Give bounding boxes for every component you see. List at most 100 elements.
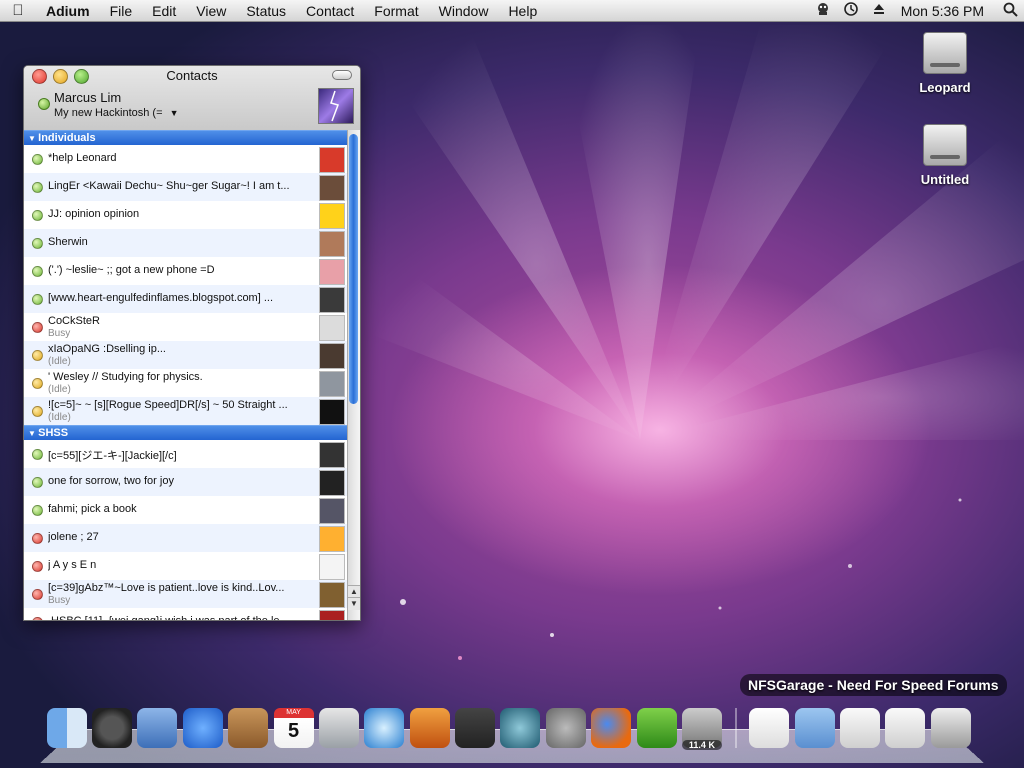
- contact-row[interactable]: ![c=5]~ ~ [s][Rogue Speed]DR[/s] ~ 50 St…: [24, 397, 348, 425]
- dock-adium-icon[interactable]: [636, 708, 677, 748]
- dock-transmission-icon[interactable]: 11.4 K: [681, 708, 722, 750]
- contact-avatar: [319, 526, 345, 552]
- contact-status-text: (Idle): [48, 412, 71, 423]
- menu-format[interactable]: Format: [364, 3, 428, 19]
- contact-avatar: [319, 343, 345, 369]
- contact-row[interactable]: [c=39]gAbz™~Love is patient..love is kin…: [24, 580, 348, 608]
- contact-list-scrollbar[interactable]: ▲ ▼: [347, 130, 360, 620]
- contact-row[interactable]: CoCkSteR Busy: [24, 313, 348, 341]
- disclosure-triangle-icon[interactable]: ▼: [28, 134, 38, 143]
- contact-row[interactable]: j A y s E n: [24, 552, 348, 580]
- contact-name: Sherwin: [48, 236, 88, 248]
- menu-help[interactable]: Help: [498, 3, 547, 19]
- dock-firefox-icon[interactable]: [591, 708, 632, 748]
- dock-iphoto-icon[interactable]: [409, 708, 450, 748]
- contact-row[interactable]: xIaOpaNG :Dselling ip... (Idle): [24, 341, 348, 369]
- dock-preview-icon[interactable]: [318, 708, 359, 748]
- dock-system-preferences-icon[interactable]: [545, 708, 586, 748]
- contact-name: JJ: opinion opinion: [48, 208, 140, 220]
- window-titlebar[interactable]: Contacts Marcus Lim My new Hackintosh (=…: [24, 66, 360, 131]
- contact-row[interactable]: [www.heart-engulfedinflames.blogspot.com…: [24, 285, 348, 313]
- contact-name: ![c=5]~ ~ [s][Rogue Speed]DR[/s] ~ 50 St…: [48, 399, 288, 411]
- dock-ichat-icon[interactable]: [182, 708, 223, 748]
- ical-month: MAY: [273, 708, 314, 718]
- dock-documents-folder-icon[interactable]: [794, 708, 835, 748]
- dock-time-machine-icon[interactable]: [500, 708, 541, 748]
- contact-row[interactable]: Sherwin: [24, 229, 348, 257]
- menu-status[interactable]: Status: [236, 3, 296, 19]
- contact-row[interactable]: JJ: opinion opinion: [24, 201, 348, 229]
- contact-name: j A y s E n: [48, 559, 97, 571]
- dock-tooltip: NFSGarage - Need For Speed Forums: [740, 674, 1007, 696]
- status-busy-icon: [32, 561, 43, 572]
- desktop-drive-untitled[interactable]: Untitled: [905, 124, 985, 187]
- status-idle-icon: [32, 406, 43, 417]
- dock-minimized-window-1-icon[interactable]: [840, 708, 881, 748]
- my-status-message[interactable]: My new Hackintosh (= ▼: [54, 107, 179, 119]
- status-online-icon: [32, 238, 43, 249]
- contact-row[interactable]: jolene ; 27: [24, 524, 348, 552]
- contact-avatar: [319, 554, 345, 580]
- contact-row[interactable]: *help Leonard: [24, 145, 348, 173]
- contact-avatar: [319, 371, 345, 397]
- eject-icon[interactable]: [865, 3, 893, 18]
- group-header[interactable]: ▼ Individuals: [24, 130, 348, 145]
- menu-app-adium[interactable]: Adium: [36, 3, 100, 19]
- contact-row[interactable]: [c=55][ジエ-キ-][Jackie][/c]: [24, 440, 348, 468]
- hard-drive-icon: [923, 124, 967, 166]
- scroll-down-arrow-icon[interactable]: ▼: [348, 597, 360, 610]
- contact-row[interactable]: one for sorrow, two for joy: [24, 468, 348, 496]
- dock-minimized-window-2-icon[interactable]: [885, 708, 926, 748]
- contact-row[interactable]: .HSBC [11]. {wei gang}i wish i was part …: [24, 608, 348, 620]
- contact-avatar: [319, 498, 345, 524]
- dock-finder-icon[interactable]: [46, 708, 87, 748]
- menu-view[interactable]: View: [186, 3, 236, 19]
- apple-menu-icon[interactable]: : [0, 2, 36, 19]
- status-busy-icon: [32, 589, 43, 600]
- dock: MAY 5 11.4 K: [44, 708, 974, 750]
- dock-itunes-icon[interactable]: [364, 708, 405, 748]
- spotlight-search-icon[interactable]: [996, 2, 1024, 20]
- dock-ical-icon[interactable]: MAY 5: [273, 708, 314, 748]
- contact-name: ' Wesley // Studying for physics.: [48, 371, 203, 383]
- dock-mail-icon[interactable]: [137, 708, 178, 748]
- contact-name: [www.heart-engulfedinflames.blogspot.com…: [48, 292, 274, 304]
- dock-pdf-document-icon[interactable]: [749, 708, 790, 748]
- dock-dashboard-icon[interactable]: [92, 708, 133, 748]
- contact-avatar: [319, 175, 345, 201]
- contact-name: xIaOpaNG :Dselling ip...: [48, 343, 166, 355]
- dock-trash-icon[interactable]: [930, 708, 971, 748]
- contact-status-text: Busy: [48, 328, 71, 339]
- menu-window[interactable]: Window: [429, 3, 499, 19]
- menu-contact[interactable]: Contact: [296, 3, 364, 19]
- group-name: SHSS: [38, 427, 69, 439]
- desktop-drive-leopard[interactable]: Leopard: [905, 32, 985, 95]
- contact-name: fahmi; pick a book: [48, 503, 137, 515]
- time-machine-menu-icon[interactable]: [837, 1, 865, 20]
- toolbar-toggle-button[interactable]: [332, 70, 352, 80]
- contact-avatar: [319, 399, 345, 425]
- my-display-name[interactable]: Marcus Lim: [54, 90, 121, 105]
- status-online-icon: [32, 210, 43, 221]
- contact-avatar: [319, 582, 345, 608]
- status-online-icon: [32, 505, 43, 516]
- group-header[interactable]: ▼ SHSS: [24, 425, 348, 440]
- contact-status-text: (Idle): [48, 384, 71, 395]
- contact-list: ▼ Individuals *help Leonard LingEr <Kawaii…: [24, 130, 348, 620]
- contact-name: one for sorrow, two for joy: [48, 475, 174, 487]
- contact-row[interactable]: ' Wesley // Studying for physics. (Idle): [24, 369, 348, 397]
- status-dropdown-icon[interactable]: ▼: [170, 108, 179, 118]
- contact-row[interactable]: ('.') ~leslie~ ;; got a new phone =D: [24, 257, 348, 285]
- scrollbar-thumb[interactable]: [349, 134, 358, 404]
- menu-edit[interactable]: Edit: [142, 3, 186, 19]
- dock-spaces-icon[interactable]: [455, 708, 496, 748]
- menubar-clock[interactable]: Mon 5:36 PM: [893, 3, 996, 19]
- disclosure-triangle-icon[interactable]: ▼: [28, 429, 38, 438]
- contact-row[interactable]: fahmi; pick a book: [24, 496, 348, 524]
- adium-duck-menulet-icon[interactable]: [809, 2, 837, 19]
- dock-address-book-icon[interactable]: [228, 708, 269, 748]
- contact-row[interactable]: LingEr <Kawaii Dechu~ Shu~ger Sugar~! I …: [24, 173, 348, 201]
- menu-file[interactable]: File: [100, 3, 143, 19]
- status-idle-icon: [32, 350, 43, 361]
- my-avatar[interactable]: [318, 88, 354, 124]
